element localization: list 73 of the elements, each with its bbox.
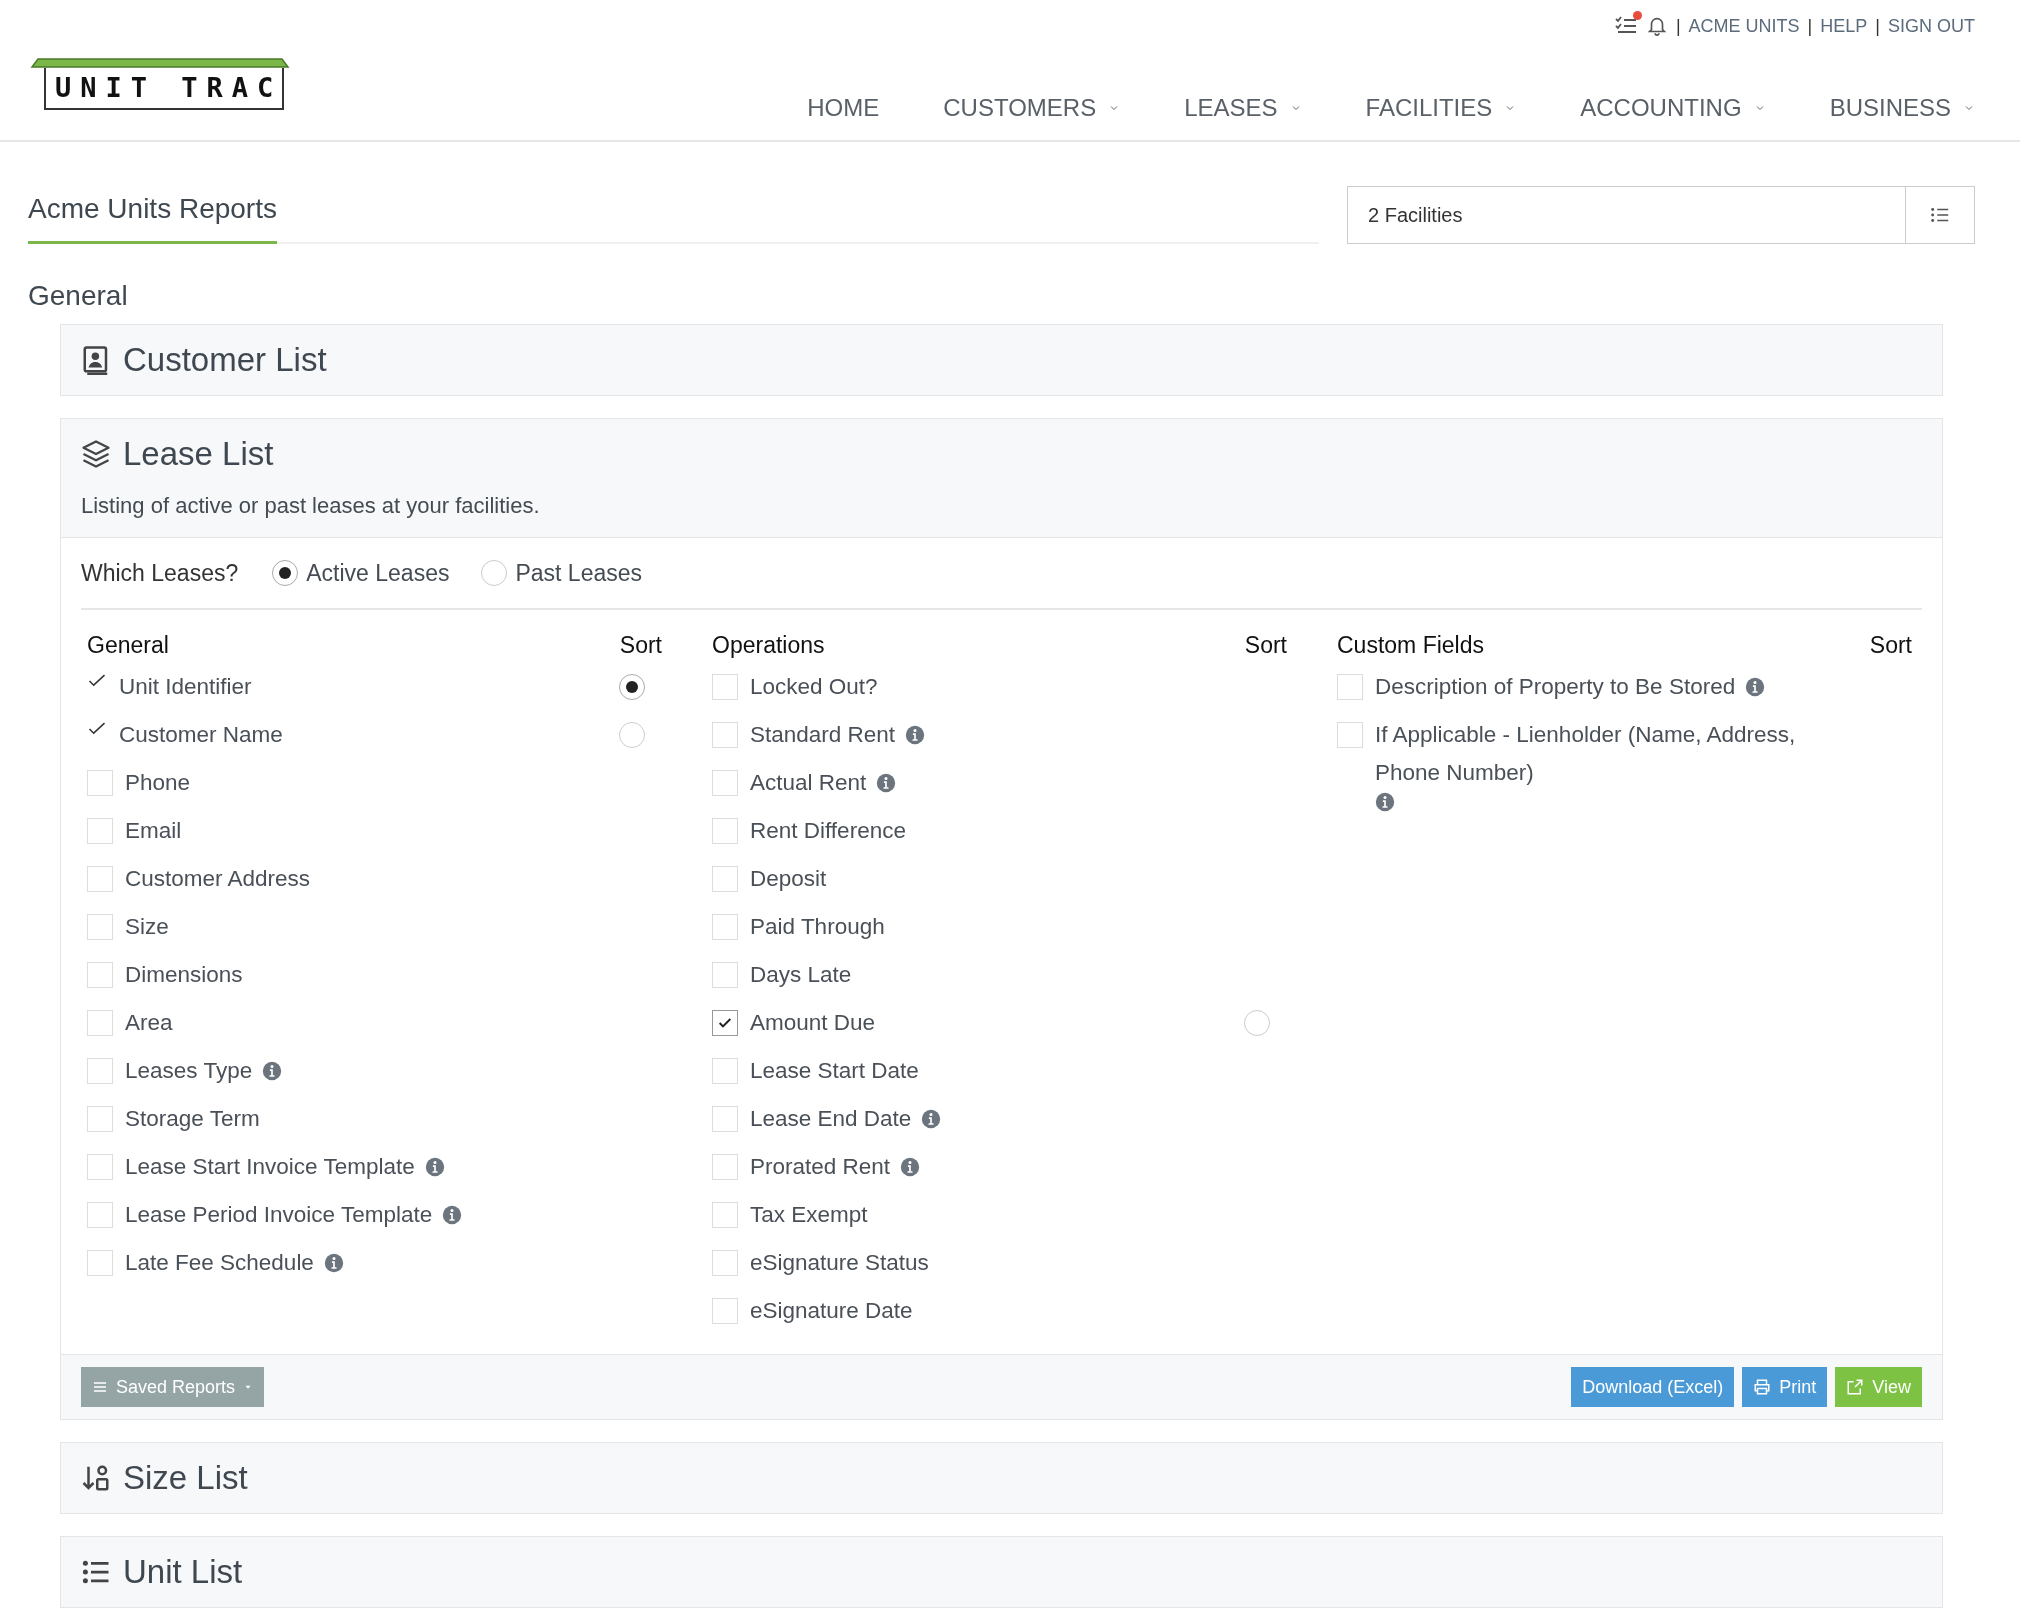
field-label: Lease Period Invoice Template [125, 1201, 433, 1229]
field-label: Days Late [750, 961, 852, 989]
field-label: Lease End Date [750, 1105, 912, 1133]
panel-title[interactable]: Customer List [123, 343, 327, 377]
field-label: Actual Rent [750, 769, 867, 797]
section-heading: General [28, 280, 129, 312]
radio-label[interactable]: Active Leases [306, 559, 450, 587]
field-label: Late Fee Schedule [125, 1249, 314, 1277]
header-link[interactable]: ACME UNITS [1688, 15, 1800, 37]
field-label: Dimensions [125, 961, 243, 989]
checkbox[interactable] [712, 1010, 738, 1036]
column-heading: Sort [619, 631, 662, 659]
sort-radio[interactable] [1244, 1010, 1270, 1036]
field-label: Rent Difference [750, 817, 906, 845]
field-label: Unit Identifier [119, 673, 252, 701]
field-label: Which Leases? [81, 559, 239, 587]
header-link[interactable]: HELP [1820, 15, 1868, 37]
field-label: Leases Type [125, 1057, 253, 1085]
separator: | [1675, 15, 1681, 37]
column-heading: Operations [712, 631, 825, 659]
logo-text: UNIT TRAC [44, 68, 285, 110]
page-title: Acme Units Reports [28, 193, 277, 244]
column-heading: Sort [1244, 631, 1287, 659]
layers-icon [81, 439, 111, 469]
panel-title[interactable]: Lease List [123, 437, 274, 471]
field-label: eSignature Date [750, 1297, 913, 1325]
column-heading: General [87, 631, 169, 659]
field-label: Amount Due [750, 1009, 876, 1037]
sort-radio[interactable] [619, 722, 645, 748]
field-label: eSignature Status [750, 1249, 929, 1277]
menu-icon [92, 1379, 108, 1395]
column-heading: Sort [1869, 631, 1912, 659]
panel-title[interactable]: Size List [123, 1461, 248, 1495]
field-label: Lease Start Invoice Template [125, 1153, 415, 1181]
panel-description: Listing of active or past leases at your facilities. [81, 493, 541, 519]
field-label: Paid Through [750, 913, 885, 941]
separator: | [1875, 15, 1880, 37]
radio-button[interactable] [481, 560, 508, 586]
field-label: Deposit [750, 865, 827, 893]
bell-icon[interactable] [1645, 15, 1668, 37]
nav-link[interactable]: LEASES [1184, 94, 1302, 122]
printer-icon [1753, 1378, 1772, 1396]
field-label: Standard Rent [750, 721, 896, 749]
separator: | [1807, 15, 1813, 37]
radio-label[interactable]: Past Leases [515, 559, 643, 587]
field-label: Email [125, 817, 182, 845]
nav-link[interactable]: BUSINESS [1829, 94, 1975, 122]
nav-link[interactable]: FACILITIES [1365, 94, 1517, 122]
field-label: Storage Term [125, 1105, 260, 1133]
field-label: Phone [125, 769, 191, 797]
header-link[interactable]: SIGN OUT [1888, 15, 1975, 37]
nav-link[interactable]: HOME [807, 94, 880, 122]
radio-button[interactable] [272, 560, 299, 586]
nav-link[interactable]: CUSTOMERS [943, 94, 1121, 122]
sort-radio[interactable] [619, 674, 645, 700]
field-label: Locked Out? [750, 673, 878, 701]
field-label: Area [125, 1009, 173, 1037]
field-label: Prorated Rent [750, 1153, 891, 1181]
field-label: Customer Address [125, 865, 311, 893]
sort-icon [81, 1463, 111, 1493]
facilities-select[interactable]: 2 Facilities [1347, 186, 1975, 244]
field-label: Description of Property to Be Stored [1375, 673, 1736, 701]
field-label: Lease Start Date [750, 1057, 919, 1085]
field-label: Customer Name [119, 721, 283, 749]
field-label: If Applicable - Lienholder (Name, Address, Phone Number) [1375, 721, 1797, 787]
column-heading: Custom Fields [1337, 631, 1484, 659]
external-link-icon [1846, 1378, 1865, 1396]
nav-link[interactable]: ACCOUNTING [1580, 94, 1766, 122]
panel-title[interactable]: Unit List [123, 1555, 243, 1589]
radio-option[interactable]: Past Leases [481, 559, 643, 587]
field-label: Size [125, 913, 169, 941]
field-label: Tax Exempt [750, 1201, 868, 1229]
radio-option[interactable]: Active Leases [272, 559, 450, 587]
